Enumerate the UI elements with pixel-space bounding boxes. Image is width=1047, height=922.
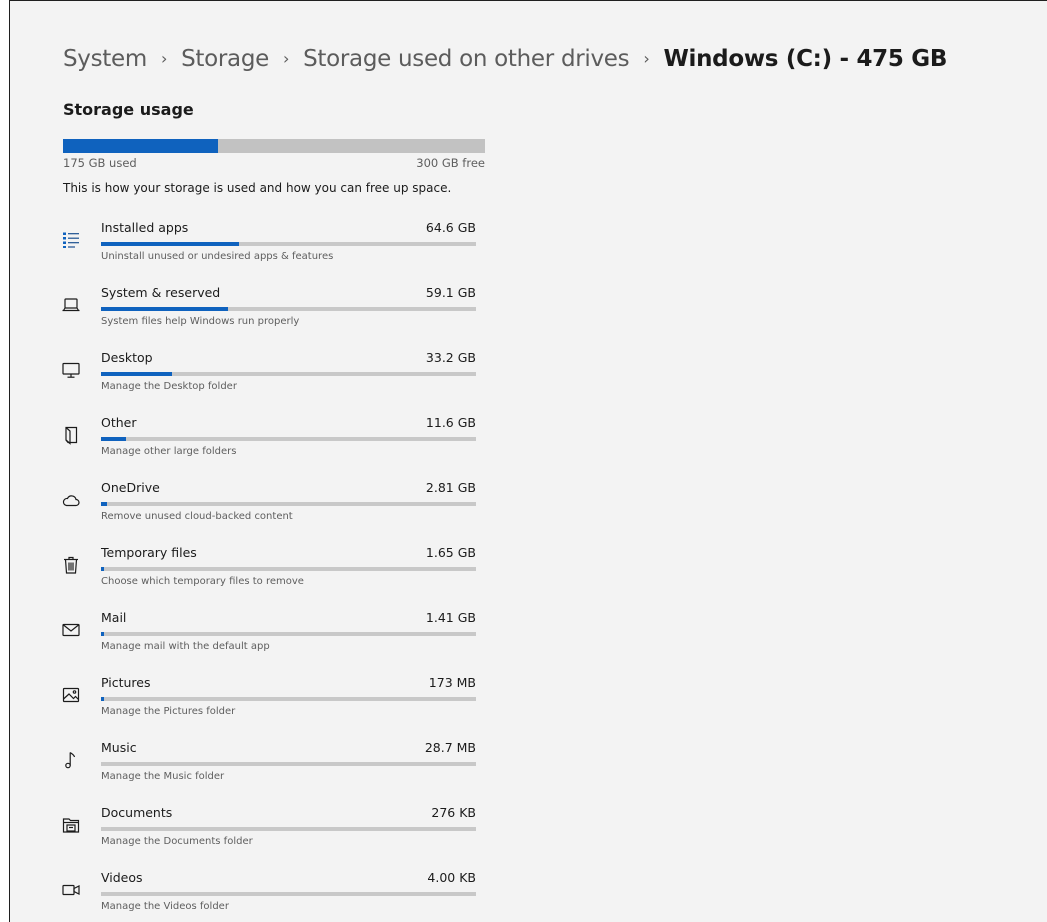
category-size: 1.41 GB	[425, 610, 476, 625]
cloud-icon	[60, 489, 82, 511]
category-usage-bar	[101, 892, 476, 896]
documents-icon	[60, 814, 82, 836]
category-size: 2.81 GB	[425, 480, 476, 495]
category-name: Desktop	[101, 350, 153, 365]
storage-category-installed-apps[interactable]: Installed apps 64.6 GB Uninstall unused or…	[50, 220, 490, 280]
storage-category-documents[interactable]: Documents 276 KB Manage the Documents fold…	[50, 805, 490, 865]
breadcrumb-chevron-icon: ›	[160, 48, 168, 68]
category-description: Uninstall unused or undesired apps & fea…	[101, 251, 334, 262]
breadcrumb-system[interactable]: System	[63, 46, 147, 72]
category-size: 59.1 GB	[425, 285, 476, 300]
category-name: System & reserved	[101, 285, 221, 300]
category-description: Manage the Videos folder	[101, 901, 229, 912]
category-description: Manage mail with the default app	[101, 641, 270, 652]
category-description: Manage the Pictures folder	[101, 706, 236, 717]
category-usage-bar	[101, 567, 476, 571]
used-space-label: 175 GB used	[63, 156, 137, 170]
breadcrumb: System › Storage › Storage used on other…	[63, 39, 947, 79]
category-usage-bar-fill	[101, 632, 104, 636]
storage-category-music[interactable]: Music 28.7 MB Manage the Music folder	[50, 740, 490, 800]
folder-open-icon	[60, 424, 82, 446]
category-description: Manage the Desktop folder	[101, 381, 237, 392]
storage-category-onedrive[interactable]: OneDrive 2.81 GB Remove unused cloud-backe…	[50, 480, 490, 540]
category-usage-bar-fill	[101, 307, 228, 311]
apps-list-icon	[60, 229, 82, 251]
category-usage-bar-fill	[101, 437, 126, 441]
video-camera-icon	[60, 879, 82, 901]
category-name: Mail	[101, 610, 127, 625]
category-usage-bar-fill	[101, 242, 240, 246]
storage-category-mail[interactable]: Mail 1.41 GB Manage mail with the default …	[50, 610, 490, 670]
category-name: Videos	[101, 870, 143, 885]
category-usage-bar	[101, 307, 476, 311]
storage-usage-heading: Storage usage	[63, 100, 194, 119]
category-usage-bar	[101, 697, 476, 701]
settings-window: System › Storage › Storage used on other…	[9, 0, 1047, 922]
category-size: 173 MB	[428, 675, 476, 690]
category-size: 1.65 GB	[425, 545, 476, 560]
category-name: Music	[101, 740, 137, 755]
category-usage-bar	[101, 242, 476, 246]
mail-icon	[60, 619, 82, 641]
category-size: 33.2 GB	[425, 350, 476, 365]
category-size: 11.6 GB	[425, 415, 476, 430]
storage-category-temporary-files[interactable]: Temporary files 1.65 GB Choose which tempo…	[50, 545, 490, 605]
breadcrumb-current-page: Windows (C:) - 475 GB	[663, 46, 948, 72]
trash-icon	[60, 554, 82, 576]
category-name: OneDrive	[101, 480, 160, 495]
category-usage-bar	[101, 502, 476, 506]
category-usage-bar-fill	[101, 372, 173, 376]
category-size: 276 KB	[431, 805, 476, 820]
category-name: Installed apps	[101, 220, 189, 235]
breadcrumb-storage[interactable]: Storage	[181, 46, 269, 72]
breadcrumb-other-drives[interactable]: Storage used on other drives	[303, 46, 630, 72]
category-size: 64.6 GB	[425, 220, 476, 235]
category-usage-bar	[101, 632, 476, 636]
category-description: Manage the Music folder	[101, 771, 225, 782]
category-description: Manage the Documents folder	[101, 836, 253, 847]
category-description: Remove unused cloud-backed content	[101, 511, 293, 522]
breadcrumb-chevron-icon: ›	[643, 48, 650, 68]
storage-category-other[interactable]: Other 11.6 GB Manage other large folders	[50, 415, 490, 475]
music-note-icon	[60, 749, 82, 771]
category-size: 4.00 KB	[427, 870, 476, 885]
category-usage-bar	[101, 827, 476, 831]
category-usage-bar	[101, 372, 476, 376]
monitor-icon	[60, 359, 82, 381]
category-description: Choose which temporary files to remove	[101, 576, 304, 587]
category-description: System files help Windows run properly	[101, 316, 300, 327]
free-space-label: 300 GB free	[416, 156, 485, 170]
category-usage-bar-fill	[101, 502, 107, 506]
category-usage-bar-fill	[101, 697, 104, 701]
category-usage-bar-fill	[101, 567, 105, 571]
category-size: 28.7 MB	[424, 740, 476, 755]
category-name: Documents	[101, 805, 173, 820]
category-name: Temporary files	[101, 545, 197, 560]
storage-category-system-reserved[interactable]: System & reserved 59.1 GB System files hel…	[50, 285, 490, 345]
storage-usage-bar	[63, 139, 485, 153]
storage-category-videos[interactable]: Videos 4.00 KB Manage the Videos folder	[50, 870, 490, 922]
storage-category-pictures[interactable]: Pictures 173 MB Manage the Pictures folder	[50, 675, 490, 735]
laptop-icon	[60, 294, 82, 316]
storage-category-desktop[interactable]: Desktop 33.2 GB Manage the Desktop folder	[50, 350, 490, 410]
category-usage-bar	[101, 762, 476, 766]
breadcrumb-chevron-icon: ›	[282, 48, 290, 68]
category-name: Pictures	[101, 675, 151, 690]
category-name: Other	[101, 415, 137, 430]
storage-usage-bar-fill	[63, 139, 219, 153]
category-description: Manage other large folders	[101, 446, 237, 457]
storage-description: This is how your storage is used and how…	[63, 181, 452, 195]
category-usage-bar	[101, 437, 476, 441]
pictures-icon	[60, 684, 82, 706]
